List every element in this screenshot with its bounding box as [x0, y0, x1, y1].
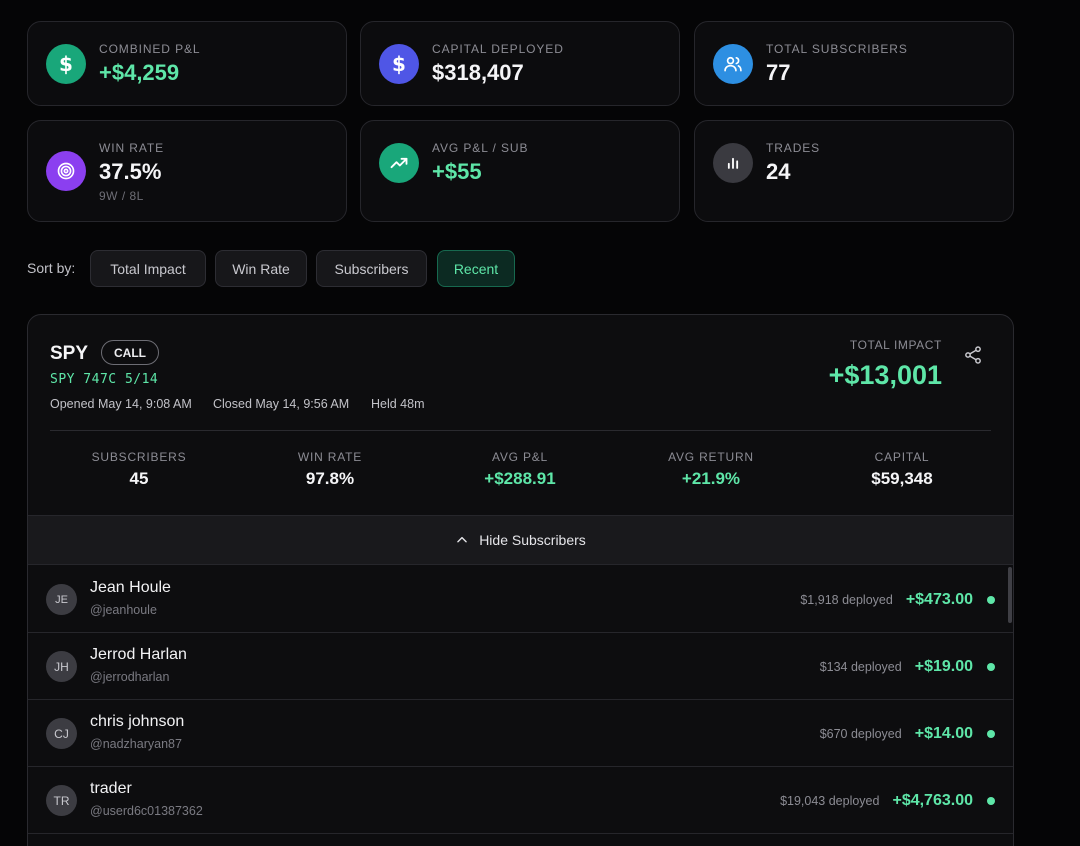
trade-ticker: SPY [50, 343, 89, 364]
metric-label: AVG RETURN [668, 450, 754, 464]
contract-symbol: SPY 747C 5/14 [50, 372, 159, 387]
share-icon[interactable] [963, 345, 983, 365]
bar-chart-icon [713, 143, 753, 183]
stat-value: 37.5% [99, 159, 162, 184]
subscriber-row[interactable]: JH Jerrod Harlan @jerrodharlan $134 depl… [28, 633, 1013, 700]
metric-label: WIN RATE [297, 450, 363, 464]
toggle-label: Hide Subscribers [479, 532, 586, 548]
metric-label: AVG P&L [491, 450, 549, 464]
metric-avg-pnl: AVG P&L +$288.91 [425, 450, 615, 489]
deployed-amount: $134 deployed [819, 659, 902, 674]
stat-card-total-subscribers: TOTAL SUBSCRIBERS 77 [694, 21, 1014, 106]
closed-time: Closed May 14, 9:56 AM [213, 397, 350, 411]
status-dot [987, 595, 995, 604]
trending-up-icon [379, 143, 419, 183]
stat-subtext: 9W / 8L [99, 189, 144, 203]
sort-label: Sort by: [27, 260, 76, 276]
status-dot [987, 662, 995, 671]
status-dot [987, 796, 995, 805]
stat-card-avg-pnl-per-sub: AVG P&L / SUB +$55 [360, 120, 680, 222]
option-type-badge: CALL [101, 340, 159, 365]
avatar: CJ [46, 718, 77, 749]
sort-total-impact-button[interactable]: Total Impact [90, 250, 206, 287]
sort-recent-button[interactable]: Recent [437, 250, 515, 287]
chevron-up-icon [457, 536, 467, 543]
avatar: TR [46, 785, 77, 816]
stat-label: TOTAL SUBSCRIBERS [766, 42, 908, 56]
metric-value: 97.8% [305, 469, 355, 488]
subscriber-pnl: +$14.00 [914, 724, 973, 742]
status-dot [987, 729, 995, 738]
subscriber-name: Jerrod Harlan [90, 646, 187, 663]
subscriber-row[interactable]: JE Jean Houle @jeanhoule $1,918 deployed… [28, 566, 1013, 633]
stat-value: 24 [766, 159, 791, 184]
opened-time: Opened May 14, 9:08 AM [50, 397, 192, 411]
stat-value: +$55 [432, 159, 482, 184]
deployed-amount: $1,918 deployed [800, 592, 893, 607]
metric-avg-return: AVG RETURN +21.9% [616, 450, 806, 489]
stat-label: WIN RATE [99, 141, 164, 155]
subscriber-handle: @jerrodharlan [90, 670, 170, 684]
stat-card-combined-pnl: $ COMBINED P&L +$4,259 [27, 21, 347, 106]
divider [50, 430, 991, 431]
stat-label: COMBINED P&L [99, 42, 201, 56]
subscriber-name: Jean Houle [90, 579, 171, 596]
avatar: JE [46, 584, 77, 615]
subscriber-handle: @jeanhoule [90, 603, 157, 617]
held-duration: Held 48m [371, 397, 425, 411]
hide-subscribers-button[interactable]: Hide Subscribers [28, 515, 1013, 565]
users-icon [713, 44, 753, 84]
sort-subscribers-button[interactable]: Subscribers [316, 250, 427, 287]
subscriber-pnl: +$473.00 [905, 590, 973, 608]
dollar-icon: $ [379, 44, 419, 84]
subscriber-name: trader [90, 780, 132, 797]
metric-label: SUBSCRIBERS [91, 450, 187, 464]
target-icon [46, 151, 86, 191]
stat-card-trades: TRADES 24 [694, 120, 1014, 222]
stat-label: AVG P&L / SUB [432, 141, 529, 155]
subscriber-pnl: +$19.00 [914, 657, 973, 675]
subscriber-row[interactable]: TR trader @userd6c01387362 $19,043 deplo… [28, 767, 1013, 834]
subscriber-name: chris johnson [90, 713, 185, 730]
stat-label: TRADES [766, 141, 821, 155]
metric-capital: CAPITAL $59,348 [807, 450, 997, 489]
subscriber-handle: @nadzharyan87 [90, 737, 182, 751]
trade-card: SPY CALL SPY 747C 5/14 Opened May 14, 9:… [27, 314, 1014, 846]
total-impact-label: TOTAL IMPACT [849, 338, 942, 352]
total-impact-value: +$13,001 [828, 360, 942, 390]
stat-label: CAPITAL DEPLOYED [432, 42, 564, 56]
metric-subscribers: SUBSCRIBERS 45 [44, 450, 234, 489]
metric-win-rate: WIN RATE 97.8% [235, 450, 425, 489]
stat-card-win-rate: WIN RATE 37.5% 9W / 8L [27, 120, 347, 222]
subscriber-row[interactable]: CJ chris johnson @nadzharyan87 $670 depl… [28, 700, 1013, 767]
metric-value: +$288.91 [484, 469, 556, 488]
deployed-amount: $670 deployed [819, 726, 902, 741]
metric-value: +21.9% [681, 469, 741, 488]
stat-value: +$4,259 [99, 60, 180, 85]
metric-value: 45 [129, 469, 149, 488]
sort-win-rate-button[interactable]: Win Rate [215, 250, 307, 287]
stat-value: $318,407 [432, 60, 524, 85]
dollar-icon: $ [46, 44, 86, 84]
deployed-amount: $19,043 deployed [780, 793, 880, 808]
stat-value: 77 [766, 60, 791, 85]
metric-value: $59,348 [871, 469, 933, 488]
stat-card-capital-deployed: $ CAPITAL DEPLOYED $318,407 [360, 21, 680, 106]
scrollbar-thumb[interactable] [1008, 567, 1012, 623]
avatar: JH [46, 651, 77, 682]
subscriber-pnl: +$4,763.00 [892, 791, 973, 809]
subscriber-handle: @userd6c01387362 [90, 804, 203, 818]
metric-label: CAPITAL [874, 450, 930, 464]
